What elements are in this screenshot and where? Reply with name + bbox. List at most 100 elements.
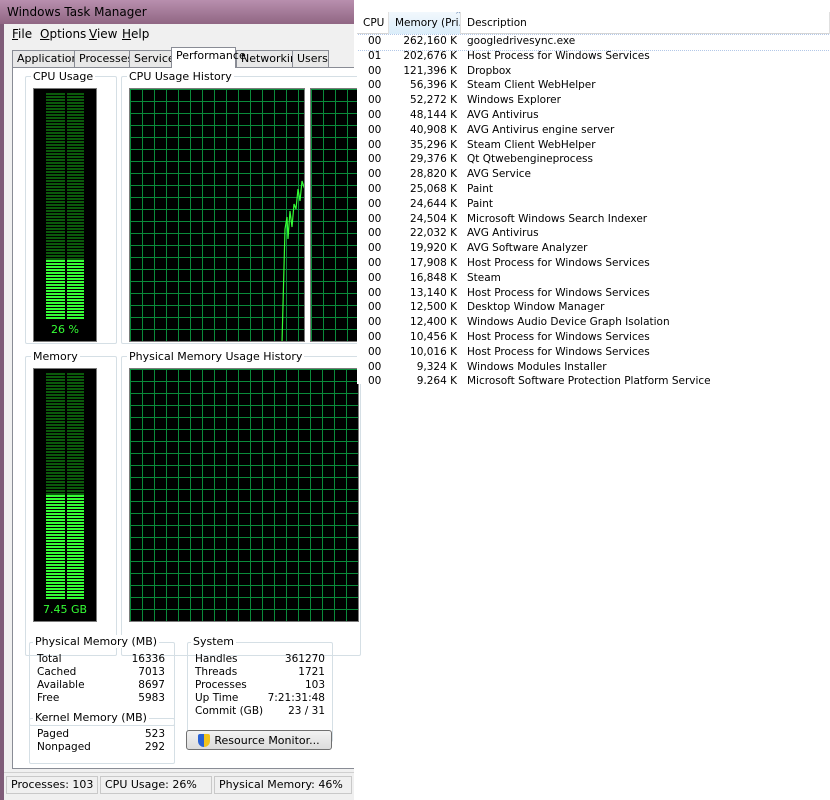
table-row[interactable]: 00 52,272 K Windows Explorer bbox=[357, 94, 830, 109]
process-description: Dropbox bbox=[467, 64, 512, 77]
process-description: googledrivesync.exe bbox=[467, 35, 576, 47]
process-cpu: 00 bbox=[368, 168, 382, 181]
menu-help[interactable]: Help bbox=[122, 27, 149, 41]
process-cpu: 00 bbox=[368, 242, 382, 255]
stat-threads: Threads 1721 bbox=[195, 666, 325, 678]
table-row[interactable]: 00 10,016 K Host Process for Windows Servi… bbox=[357, 346, 830, 361]
process-description: Host Process for Windows Services bbox=[467, 257, 650, 269]
process-description: Microsoft Software Protection Platform S… bbox=[467, 375, 711, 384]
process-table-header: CPU ^ Memory (Pri... Description bbox=[357, 12, 830, 34]
process-cpu: 00 bbox=[368, 212, 382, 225]
process-description: Qt Qtwebengineprocess bbox=[467, 153, 593, 166]
process-cpu: 00 bbox=[368, 345, 382, 358]
table-row[interactable]: 00 28,820 K AVG Service bbox=[357, 168, 830, 183]
tab-applications[interactable]: Applications bbox=[12, 50, 84, 68]
process-description: Windows Explorer bbox=[467, 94, 561, 107]
process-description: AVG Service bbox=[467, 168, 531, 181]
table-row[interactable]: 00 9,324 K Windows Modules Installer bbox=[357, 361, 830, 376]
table-row[interactable]: 00 24,504 K Microsoft Windows Search Index… bbox=[357, 213, 830, 228]
stat-processes: Processes 103 bbox=[195, 679, 325, 691]
process-description: AVG Software Analyzer bbox=[467, 242, 588, 255]
menu-file[interactable]: File bbox=[12, 27, 32, 41]
table-row[interactable]: 00 13,140 K Host Process for Windows Servi… bbox=[357, 287, 830, 302]
table-row[interactable]: 00 35,296 K Steam Client WebHelper bbox=[357, 139, 830, 154]
process-description: Host Process for Windows Services bbox=[467, 49, 650, 62]
stat-available: Available 8697 bbox=[37, 679, 165, 691]
process-cpu: 00 bbox=[368, 153, 382, 166]
table-row[interactable]: 00 262,160 K googledrivesync.exe bbox=[357, 34, 830, 51]
process-description: Steam bbox=[467, 271, 501, 284]
cpu-history-label: CPU Usage History bbox=[127, 70, 234, 83]
process-cpu: 00 bbox=[368, 301, 382, 314]
process-description: Steam Client WebHelper bbox=[467, 79, 596, 92]
table-row[interactable]: 00 25,068 K Paint bbox=[357, 183, 830, 198]
title-bar[interactable]: Windows Task Manager bbox=[0, 0, 354, 24]
cpu-history-graph-core-1 bbox=[129, 88, 305, 342]
process-description: Desktop Window Manager bbox=[467, 301, 605, 314]
memory-history-label: Physical Memory Usage History bbox=[127, 350, 305, 363]
process-cpu: 00 bbox=[368, 286, 382, 299]
status-physical-memory: Physical Memory: 46% bbox=[214, 776, 352, 794]
menu-view[interactable]: View bbox=[89, 27, 117, 41]
status-processes: Processes: 103 bbox=[6, 776, 98, 794]
physical-memory-label: Physical Memory (MB) bbox=[33, 635, 160, 648]
process-memory: 16,848 K bbox=[410, 271, 457, 284]
process-list-panel: CPU ^ Memory (Pri... Description 00 262,1… bbox=[357, 12, 830, 384]
window-title: Windows Task Manager bbox=[7, 5, 147, 19]
table-row[interactable]: 00 48,144 K AVG Antivirus bbox=[357, 109, 830, 124]
table-row[interactable]: 01 202,676 K Host Process for Windows Serv… bbox=[357, 50, 830, 65]
table-row[interactable]: 00 24,644 K Paint bbox=[357, 198, 830, 213]
table-row[interactable]: 00 19,920 K AVG Software Analyzer bbox=[357, 242, 830, 257]
process-memory: 56,396 K bbox=[410, 79, 457, 92]
resource-monitor-button[interactable]: Resource Monitor... bbox=[186, 730, 332, 750]
process-cpu: 00 bbox=[368, 183, 382, 195]
table-row[interactable]: 00 56,396 K Steam Client WebHelper bbox=[357, 79, 830, 94]
process-cpu: 00 bbox=[368, 64, 382, 77]
tab-performance[interactable]: Performance bbox=[171, 47, 246, 68]
menu-options[interactable]: Options bbox=[40, 27, 86, 41]
process-cpu: 00 bbox=[368, 227, 382, 240]
menu-bar: File Options View Help bbox=[4, 24, 354, 45]
tab-services[interactable]: Services bbox=[129, 50, 180, 68]
memory-label: Memory bbox=[31, 350, 80, 363]
column-description[interactable]: Description bbox=[461, 12, 830, 34]
table-row[interactable]: 00 22,032 K AVG Antivirus bbox=[357, 227, 830, 242]
table-row[interactable]: 00 10,456 K Host Process for Windows Servi… bbox=[357, 331, 830, 346]
cpu-usage-fill bbox=[46, 260, 84, 319]
status-cpu-usage: CPU Usage: 26% bbox=[100, 776, 212, 794]
process-memory: 52,272 K bbox=[410, 94, 457, 107]
table-row[interactable]: 00 40,908 K AVG Antivirus engine server bbox=[357, 124, 830, 139]
tab-users[interactable]: Users bbox=[292, 50, 329, 68]
table-row[interactable]: 00 16,848 K Steam bbox=[357, 272, 830, 287]
process-description: Steam Client WebHelper bbox=[467, 138, 596, 151]
system-stats: Handles 361270 Threads 1721 Processes 103 U… bbox=[189, 653, 331, 723]
stat-uptime: Up Time 7:21:31:48 bbox=[195, 692, 325, 704]
column-memory[interactable]: ^ Memory (Pri... bbox=[389, 12, 461, 34]
process-memory: 25,068 K bbox=[410, 183, 457, 195]
process-description: AVG Antivirus bbox=[467, 227, 539, 240]
column-cpu[interactable]: CPU bbox=[357, 12, 389, 34]
shield-icon bbox=[198, 733, 211, 747]
process-memory: 22,032 K bbox=[410, 227, 457, 240]
process-memory: 9,324 K bbox=[416, 360, 457, 373]
memory-value: 7.45 GB bbox=[42, 603, 88, 616]
process-cpu: 00 bbox=[368, 375, 382, 384]
table-row[interactable]: 00 29,376 K Qt Qtwebengineprocess bbox=[357, 153, 830, 168]
table-row[interactable]: 00 17,908 K Host Process for Windows Servi… bbox=[357, 257, 830, 272]
status-bar: Processes: 103 CPU Usage: 26% Physical M… bbox=[4, 772, 354, 796]
process-cpu: 00 bbox=[368, 360, 382, 373]
process-cpu: 00 bbox=[368, 316, 382, 329]
process-description: Paint bbox=[467, 183, 493, 195]
table-row[interactable]: 00 9,264 K Microsoft Software Protection P… bbox=[357, 375, 830, 384]
process-cpu: 00 bbox=[368, 94, 382, 107]
memory-fill bbox=[46, 495, 84, 599]
table-row[interactable]: 00 12,500 K Desktop Window Manager bbox=[357, 301, 830, 316]
performance-panel: CPU Usage 26 % CPU Usage History Memory bbox=[12, 67, 361, 769]
process-cpu: 00 bbox=[368, 197, 382, 210]
process-memory: 202,676 K bbox=[403, 49, 457, 62]
process-cpu: 00 bbox=[368, 257, 382, 269]
tab-processes[interactable]: Processes bbox=[74, 50, 133, 68]
table-row[interactable]: 00 12,400 K Windows Audio Device Graph Iso… bbox=[357, 316, 830, 331]
task-manager-window: Windows Task Manager File Options View H… bbox=[0, 0, 361, 800]
table-row[interactable]: 00 121,396 K Dropbox bbox=[357, 65, 830, 80]
